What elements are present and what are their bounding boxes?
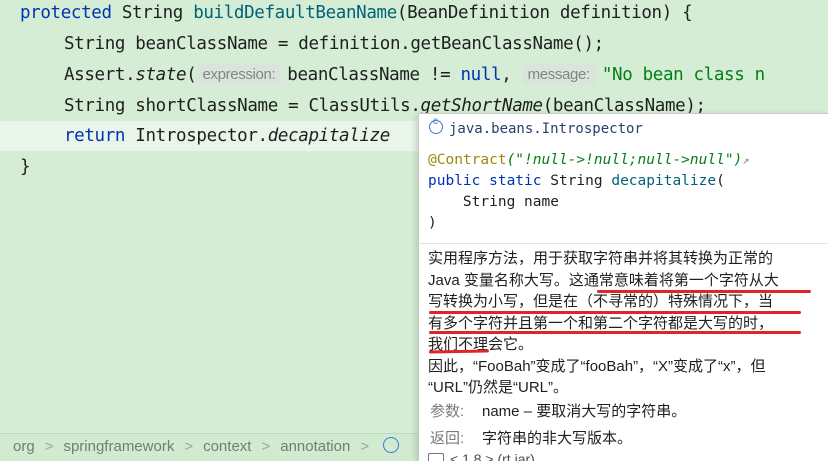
method-signature: @Contract("!null->!null;null->null")↗ pu… (428, 150, 750, 234)
external-link-icon[interactable]: ↗ (742, 153, 749, 167)
annotation-value: ("!null->!null;null->null") (506, 152, 743, 168)
breadcrumb-item[interactable]: org (13, 434, 35, 460)
paren: ) (428, 215, 437, 231)
breadcrumb-separator: > (44, 438, 54, 455)
red-underline (429, 311, 801, 314)
string-literal: "No bean class n (601, 65, 765, 85)
keyword: protected (20, 3, 112, 23)
documentation-popup[interactable]: java.beans.Introspector @Contract("!null… (418, 113, 828, 461)
package-name[interactable]: java.beans.Introspector (449, 121, 643, 137)
closing-brace: } (20, 157, 31, 177)
description-line: Java 变量名称大写。这通常意味着将第一个字符从大 (428, 271, 779, 289)
description: 实用程序方法，用于获取字符串并将其转换为正常的 Java 变量名称大写。这通常意… (428, 248, 820, 399)
method-name: decapitalize (611, 173, 717, 189)
method-name: buildDefaultBeanName (193, 3, 397, 23)
return-type: String (541, 173, 612, 189)
description-line: 因此，“FooBah”变成了“fooBah”，“X”变成了“x”，但 (428, 357, 766, 375)
breadcrumb-item[interactable]: springframework (63, 434, 174, 460)
red-underline (429, 331, 801, 334)
breadcrumb-item[interactable]: context (203, 434, 251, 460)
code-line-2[interactable]: String beanClassName = definition.getBea… (64, 29, 604, 59)
method-call: decapitalize (267, 126, 391, 146)
statement: String beanClassName = definition.getBea… (64, 34, 604, 54)
param-hint-expression: expression: (196, 64, 282, 86)
object-ref: Assert. (64, 65, 136, 85)
code-line-1[interactable]: protected String buildDefaultBeanName(Be… (20, 0, 693, 28)
annotation: @Contract (428, 152, 507, 168)
breadcrumb-separator: > (261, 438, 271, 455)
comma: , (501, 65, 512, 85)
params: (BeanDefinition definition) { (396, 3, 693, 23)
method-call: state (135, 65, 187, 85)
param-hint-message: message: (521, 64, 596, 86)
breadcrumb-item[interactable]: annotation (280, 434, 350, 460)
return-keyword: return (64, 126, 126, 146)
parameter: String name (428, 194, 559, 210)
class-ref: Introspector. (125, 126, 268, 146)
description-line: 写转换为小写，但是在（不寻常的）特殊情况下，当 (428, 293, 774, 310)
returns-label: 返回: (430, 430, 465, 447)
breadcrumb-separator: > (184, 438, 194, 455)
breadcrumb: org > springframework > context > annotation > (0, 433, 420, 461)
class-icon[interactable] (383, 437, 400, 453)
paren: ( (186, 65, 197, 85)
return-type: String (111, 3, 194, 23)
expression: beanClassName != (287, 65, 461, 85)
description-line: 实用程序方法，用于获取字符串并将其转换为正常的 (428, 250, 774, 267)
modifiers: public static (428, 173, 542, 189)
red-underline (597, 290, 811, 293)
params-value: name – 要取消大写的字符串。 (482, 403, 687, 420)
package-header[interactable]: java.beans.Introspector (429, 116, 643, 137)
breadcrumb-separator: > (360, 438, 370, 455)
code-line-3[interactable]: Assert.state(expression: beanClassName !=… (64, 60, 765, 90)
returns-row: 返回: 字符串的非大写版本。 (430, 427, 632, 448)
paren: ( (716, 173, 725, 189)
null-keyword: null (460, 65, 502, 85)
params-row: 参数: name – 要取消大写的字符串。 (430, 400, 686, 421)
returns-value: 字符串的非大写版本。 (482, 430, 633, 447)
divider (419, 243, 828, 244)
code-line-6[interactable]: } (20, 152, 31, 182)
description-line: “URL”仍然是“URL”。 (428, 379, 568, 396)
statement: String shortClassName = ClassUtils. (64, 96, 421, 116)
params-label: 参数: (430, 403, 465, 420)
class-icon (429, 116, 443, 134)
